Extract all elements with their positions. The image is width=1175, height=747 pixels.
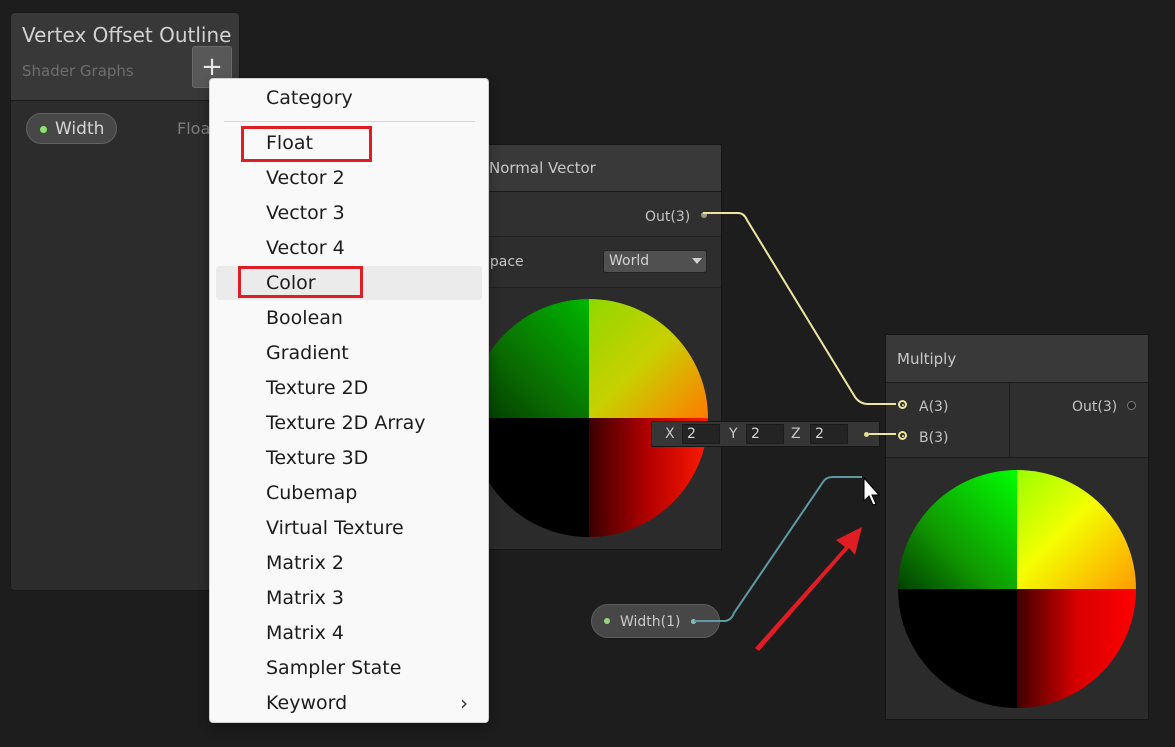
menu-header: Category bbox=[266, 87, 353, 109]
menu-item-label: Keyword bbox=[266, 692, 348, 714]
menu-item-matrix-4[interactable]: Matrix 4 bbox=[216, 616, 482, 650]
menu-item-label: Matrix 2 bbox=[266, 552, 344, 574]
create-property-menu: Category Float Vector 2 Vector 3 Vector … bbox=[209, 78, 489, 723]
menu-item-label: Texture 2D Array bbox=[266, 412, 426, 434]
menu-separator bbox=[224, 121, 475, 122]
menu-item-cubemap[interactable]: Cubemap bbox=[216, 476, 482, 510]
menu-item-matrix-2[interactable]: Matrix 2 bbox=[216, 546, 482, 580]
menu-item-vector-4[interactable]: Vector 4 bbox=[216, 231, 482, 265]
chevron-right-icon: › bbox=[460, 691, 468, 715]
menu-item-label: Texture 3D bbox=[266, 447, 369, 469]
menu-item-vector-2[interactable]: Vector 2 bbox=[216, 161, 482, 195]
cursor-icon bbox=[863, 476, 881, 506]
menu-item-label: Matrix 4 bbox=[266, 622, 344, 644]
menu-item-gradient[interactable]: Gradient bbox=[216, 336, 482, 370]
menu-item-boolean[interactable]: Boolean bbox=[216, 301, 482, 335]
menu-item-label: Gradient bbox=[266, 342, 349, 364]
menu-item-label: Vector 4 bbox=[266, 237, 345, 259]
menu-item-sampler-state[interactable]: Sampler State bbox=[216, 651, 482, 685]
menu-item-texture-2d[interactable]: Texture 2D bbox=[216, 371, 482, 405]
menu-item-texture-3d[interactable]: Texture 3D bbox=[216, 441, 482, 475]
arrow-annotation-icon bbox=[755, 527, 862, 651]
menu-item-label: Cubemap bbox=[266, 482, 358, 504]
menu-item-keyword[interactable]: Keyword › bbox=[216, 686, 482, 720]
menu-item-virtual-texture[interactable]: Virtual Texture bbox=[216, 511, 482, 545]
highlight-box-color bbox=[238, 266, 363, 298]
highlight-box-float bbox=[241, 126, 372, 162]
menu-item-label: Vector 3 bbox=[266, 202, 345, 224]
edge-width-dangling[interactable] bbox=[694, 476, 862, 622]
graph-overlay bbox=[694, 212, 896, 651]
menu-item-texture-2d-array[interactable]: Texture 2D Array bbox=[216, 406, 482, 440]
menu-item-label: Boolean bbox=[266, 307, 343, 329]
menu-item-label: Sampler State bbox=[266, 657, 402, 679]
menu-item-label: Texture 2D bbox=[266, 377, 369, 399]
menu-item-label: Matrix 3 bbox=[266, 587, 344, 609]
menu-item-matrix-3[interactable]: Matrix 3 bbox=[216, 581, 482, 615]
edge-normal-to-a[interactable] bbox=[703, 212, 896, 405]
menu-item-vector-3[interactable]: Vector 3 bbox=[216, 196, 482, 230]
menu-item-label: Virtual Texture bbox=[266, 517, 404, 539]
menu-item-label: Vector 2 bbox=[266, 167, 345, 189]
